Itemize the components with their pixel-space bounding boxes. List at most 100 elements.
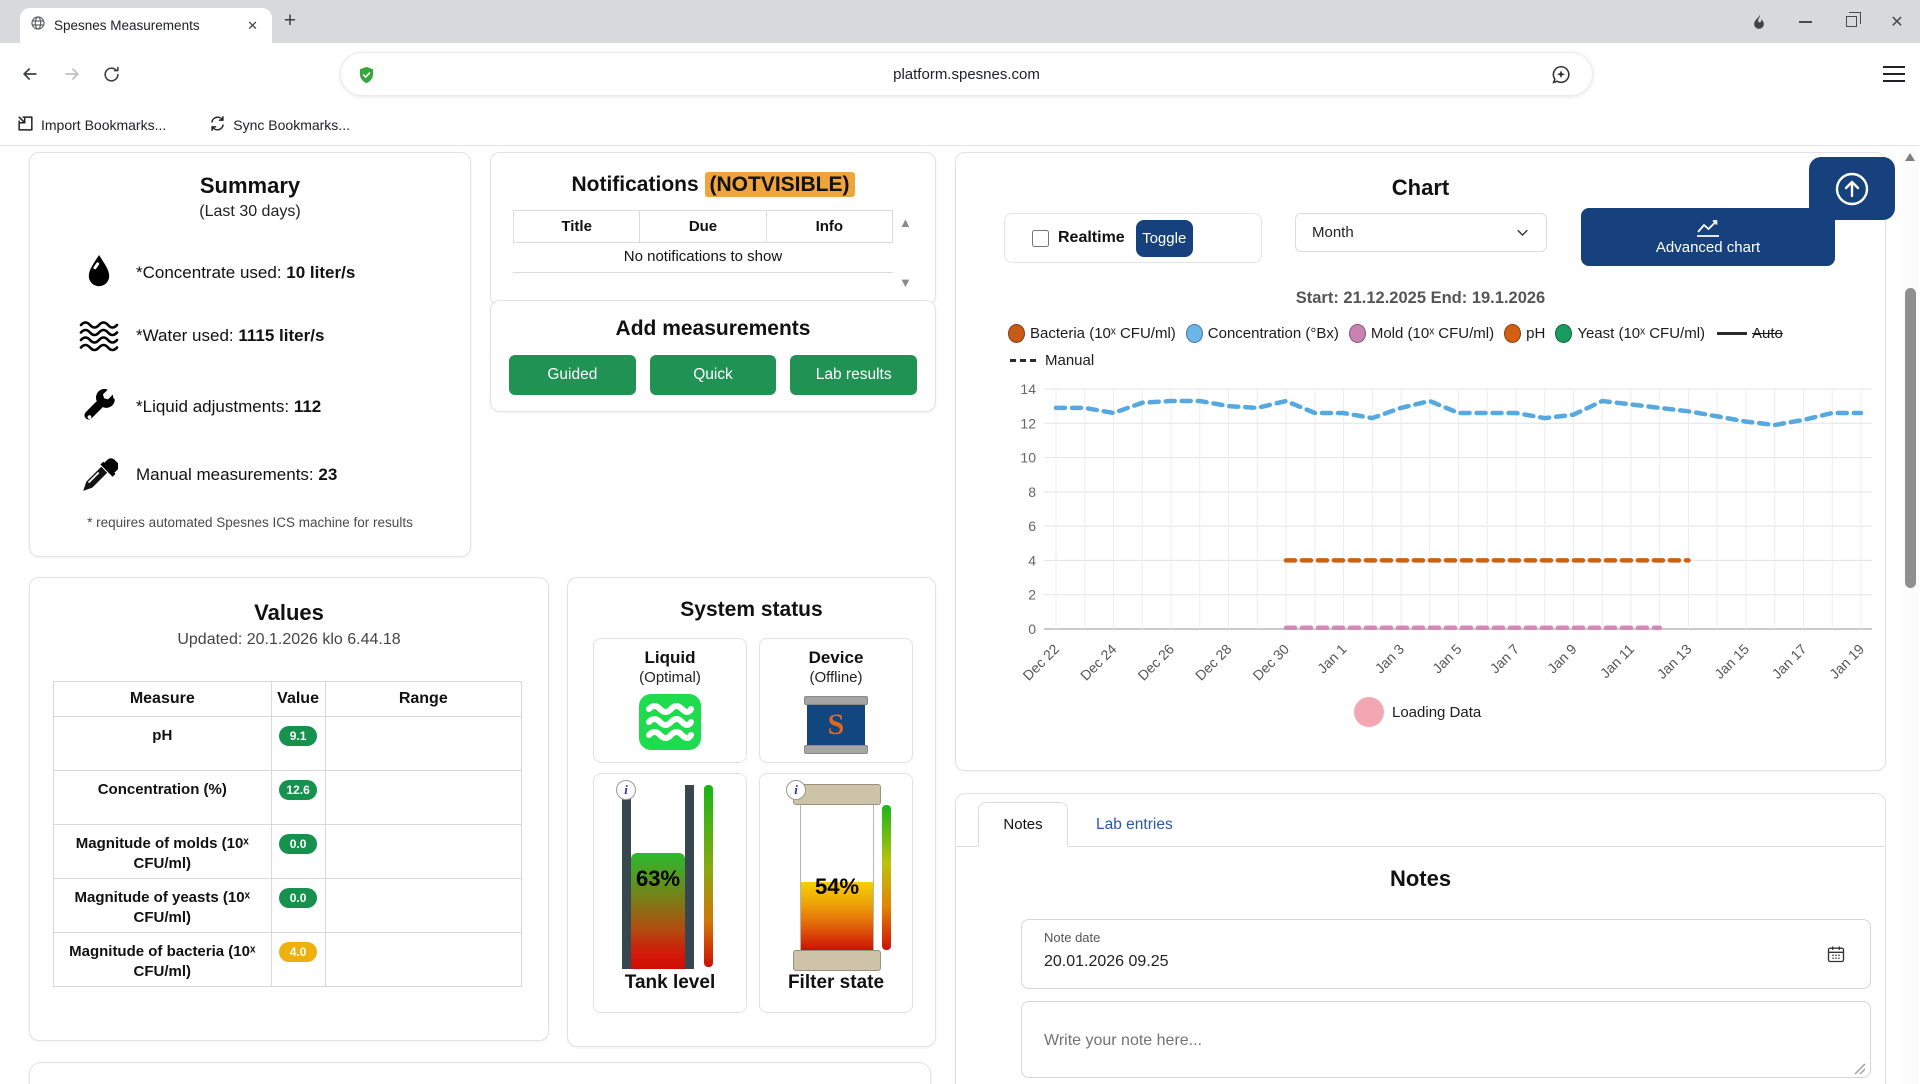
notifications-column-header[interactable]: Due (639, 211, 765, 242)
advanced-chart-button[interactable]: Advanced chart (1581, 208, 1835, 266)
value-badge: 12.6 (279, 780, 317, 800)
tank-label: Tank level (594, 972, 746, 994)
legend-item[interactable]: Auto (1715, 325, 1783, 342)
chevron-down-icon (1515, 225, 1530, 240)
scroll-down-icon[interactable]: ▼ (899, 275, 912, 290)
tank-scale-bar (704, 785, 713, 967)
legend-label: Manual (1045, 352, 1094, 369)
legend-item[interactable]: Manual (1008, 352, 1094, 369)
ai-chat-icon[interactable] (1550, 64, 1572, 91)
svg-text:Jan 7: Jan 7 (1487, 641, 1523, 677)
period-select[interactable]: Month (1295, 213, 1547, 252)
browser-window: Spesnes Measurements ✕ + ✕ pl (0, 0, 1920, 1084)
range-cell (325, 825, 521, 879)
value-badge: 9.1 (279, 726, 317, 746)
back-button[interactable] (15, 59, 45, 89)
lab-results-button[interactable]: Lab results (790, 355, 917, 395)
url-text: platform.spesnes.com (341, 66, 1592, 83)
svg-text:8: 8 (1028, 484, 1036, 500)
svg-text:Dec 28: Dec 28 (1192, 641, 1235, 684)
close-button[interactable]: ✕ (1874, 0, 1920, 43)
new-tab-button[interactable]: + (278, 10, 302, 34)
notifications-table-header: TitleDueInfo (513, 210, 893, 243)
summary-item-text: *Liquid adjustments: 112 (136, 397, 321, 417)
note-text-input[interactable] (1021, 1001, 1871, 1078)
period-selected-value: Month (1312, 224, 1354, 241)
values-panel: Values Updated: 20.1.2026 klo 6.44.18 Me… (29, 577, 549, 1041)
forward-button[interactable] (57, 59, 87, 89)
svg-text:Dec 24: Dec 24 (1077, 641, 1120, 684)
info-icon[interactable]: i (786, 780, 806, 800)
tank-percent: 63% (624, 866, 692, 892)
notifications-column-header[interactable]: Title (514, 211, 639, 242)
values-table: MeasureValueRange pH9.1Concentration (%)… (53, 681, 522, 987)
droplet-icon (76, 253, 122, 293)
table-row: pH9.1 (54, 717, 522, 771)
measure-cell: Concentration (%) (54, 771, 272, 825)
notifications-column-header[interactable]: Info (766, 211, 892, 242)
info-icon[interactable]: i (616, 780, 636, 800)
svg-text:Jan 15: Jan 15 (1711, 641, 1752, 682)
line-chart[interactable]: 02468101214Dec 22Dec 24Dec 26Dec 28Dec 3… (996, 376, 1886, 711)
address-bar[interactable]: platform.spesnes.com (340, 52, 1593, 96)
value-badge: 4.0 (279, 942, 317, 962)
note-date-field[interactable]: Note date (1021, 919, 1871, 989)
scrollbar-up-arrow[interactable] (1905, 153, 1915, 161)
liquid-waves-icon (639, 694, 701, 750)
legend-item[interactable]: Mold (10ˣ CFU/ml) (1349, 324, 1494, 343)
quick-button[interactable]: Quick (650, 355, 777, 395)
browser-tab-bar: Spesnes Measurements ✕ + ✕ (0, 0, 1920, 43)
menu-button[interactable] (1882, 64, 1906, 84)
toggle-button[interactable]: Toggle (1136, 220, 1193, 257)
svg-text:Dec 30: Dec 30 (1249, 641, 1292, 684)
legend-item[interactable]: Yeast (10ˣ CFU/ml) (1555, 324, 1705, 343)
summary-item-text: *Water used: 1115 liter/s (136, 326, 324, 346)
tab-notes[interactable]: Notes (978, 802, 1068, 847)
summary-footnote: * requires automated Spesnes ICS machine… (30, 515, 470, 530)
minimize-button[interactable] (1782, 0, 1828, 43)
summary-item: *Liquid adjustments: 112 (76, 388, 321, 426)
browser-tab[interactable]: Spesnes Measurements ✕ (20, 8, 272, 43)
calendar-icon[interactable] (1826, 944, 1846, 969)
filter-graphic (793, 784, 881, 805)
notvisible-badge: (NOTVISIBLE) (705, 172, 855, 197)
arrow-up-circle-icon (1831, 168, 1873, 210)
chart-legend: Bacteria (10ˣ CFU/ml) Concentration (°Bx)… (1008, 320, 1865, 374)
legend-item[interactable]: Concentration (°Bx) (1186, 324, 1339, 343)
svg-text:Dec 26: Dec 26 (1134, 641, 1177, 684)
summary-panel: Summary (Last 30 days) *Concentrate used… (29, 152, 471, 557)
legend-item[interactable]: pH (1504, 324, 1545, 343)
svg-text:Jan 5: Jan 5 (1429, 641, 1465, 677)
legend-item[interactable]: Bacteria (10ˣ CFU/ml) (1008, 324, 1176, 343)
resize-handle[interactable] (1854, 1062, 1866, 1080)
sync-bookmarks[interactable]: Sync Bookmarks... (208, 114, 350, 136)
svg-text:10: 10 (1020, 450, 1036, 466)
device-state: (Offline) (760, 669, 912, 686)
guided-button[interactable]: Guided (509, 355, 636, 395)
browser-toolbar: platform.spesnes.com (0, 43, 1920, 105)
restore-button[interactable] (1828, 0, 1874, 43)
scroll-up-icon[interactable]: ▲ (899, 215, 912, 230)
range-cell (325, 771, 521, 825)
table-row: Magnitude of molds (10ˣ CFU/ml)0.0 (54, 825, 522, 879)
flame-icon[interactable] (1736, 0, 1782, 43)
divider (513, 272, 893, 273)
legend-label: Mold (10ˣ CFU/ml) (1371, 325, 1494, 342)
reload-button[interactable] (96, 59, 126, 89)
sync-icon (208, 114, 227, 136)
tab-title: Spesnes Measurements (54, 18, 243, 33)
svg-text:Jan 1: Jan 1 (1314, 641, 1350, 677)
realtime-checkbox[interactable] (1032, 230, 1049, 247)
legend-dashed-line-icon (1010, 359, 1040, 362)
page-scrollbar[interactable] (1902, 146, 1919, 1084)
tab-lab-entries[interactable]: Lab entries (1086, 802, 1183, 847)
tab-close-icon[interactable]: ✕ (243, 18, 262, 34)
scroll-to-top-button[interactable] (1809, 157, 1895, 220)
table-row: Magnitude of bacteria (10ˣ CFU/ml)4.0 (54, 933, 522, 987)
dropper-icon (76, 456, 122, 494)
note-date-input[interactable] (1044, 953, 1744, 971)
import-bookmarks[interactable]: Import Bookmarks... (16, 114, 166, 136)
legend-solid-line-icon (1717, 332, 1747, 335)
summary-item: *Water used: 1115 liter/s (76, 320, 324, 352)
scrollbar-thumb[interactable] (1905, 288, 1916, 588)
